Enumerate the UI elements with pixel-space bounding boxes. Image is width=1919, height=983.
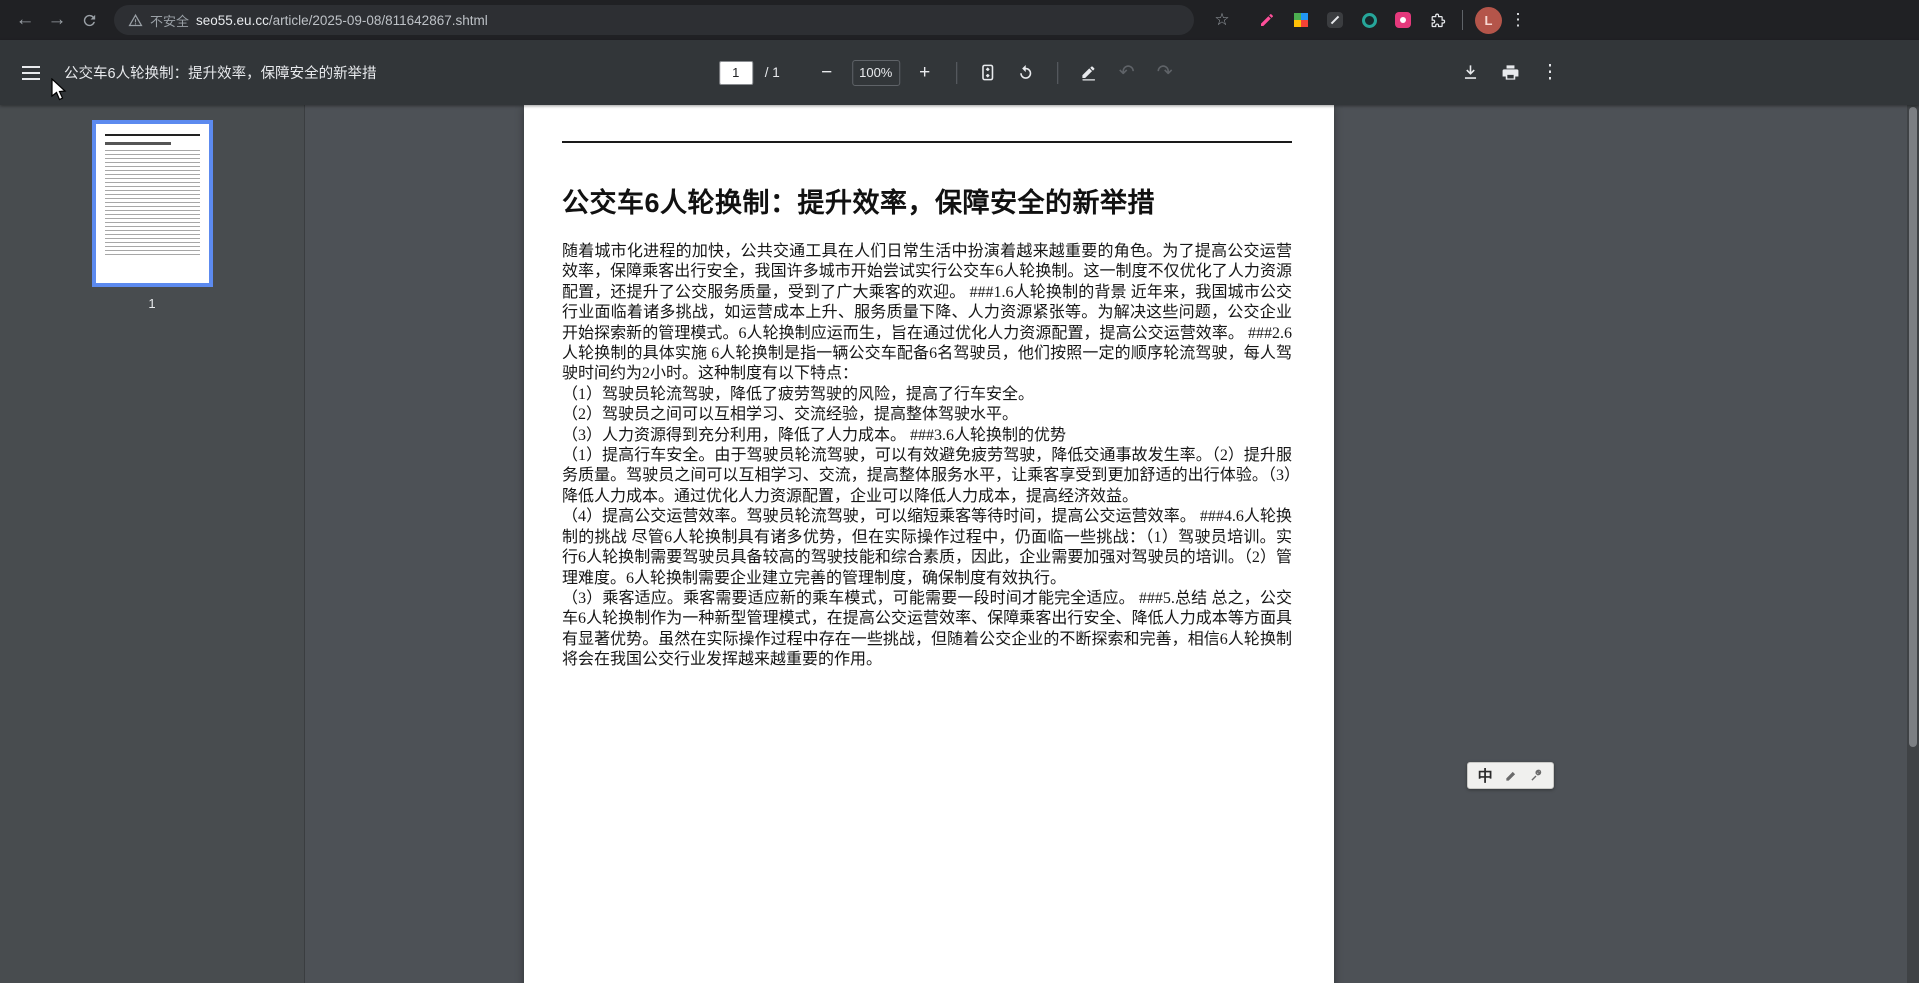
url-path: /article/2025-09-08/811642867.shtml (268, 12, 488, 28)
extension-pen-icon[interactable] (1254, 7, 1280, 33)
pdf-toolbar-right: ⋮ (1453, 56, 1567, 90)
toolbar-divider (1056, 61, 1058, 84)
pdf-canvas[interactable]: 公交车6人轮换制：提升效率，保障安全的新举措 随着城市化进程的加快，公共交通工具… (305, 105, 1919, 983)
bookmark-button[interactable]: ☆ (1204, 5, 1234, 35)
back-button[interactable]: ← (10, 5, 40, 35)
download-button[interactable] (1453, 56, 1487, 90)
pdf-document-title: 公交车6人轮换制：提升效率，保障安全的新举措 (64, 66, 377, 82)
thumbnail-page-number: 1 (148, 296, 156, 311)
article-paragraph: （4）提高公交运营效率。驾驶员轮流驾驶，可以缩短乘客等待时间，提高公交运营效率。… (562, 508, 1292, 587)
extension-circle-icon[interactable] (1356, 7, 1382, 33)
pen-icon (1082, 66, 1096, 81)
pdf-page: 公交车6人轮换制：提升效率，保障安全的新举措 随着城市化进程的加快，公共交通工具… (524, 105, 1334, 983)
bookmark-star-icon: ☆ (1214, 10, 1230, 29)
url-domain: seo55.eu.cc (196, 12, 269, 28)
page-count-label: / 1 (764, 65, 780, 80)
extensions-row (1254, 7, 1450, 33)
back-icon: ← (15, 9, 35, 30)
ime-tools-icon[interactable] (1529, 769, 1543, 783)
page-thumbnail[interactable] (91, 120, 213, 287)
browser-menu-button[interactable]: ⋮ (1504, 10, 1532, 30)
zoom-out-icon: − (821, 61, 833, 83)
print-icon (1502, 65, 1518, 80)
zoom-level-display[interactable]: 100% (851, 59, 900, 86)
pdf-viewer: 1 公交车6人轮换制：提升效率，保障安全的新举措 随着城市化进程的加快，公共交通… (0, 105, 1919, 983)
forward-icon: → (47, 9, 67, 30)
zoom-in-button[interactable]: + (908, 56, 942, 90)
extension-grid-icon[interactable] (1288, 7, 1314, 33)
page-number-input[interactable] (718, 60, 753, 85)
thumbnail-sidebar: 1 (0, 105, 305, 983)
scrollbar-thumb[interactable] (1909, 107, 1917, 747)
pdf-toolbar: 公交车6人轮换制：提升效率，保障安全的新举措 / 1 − 100% + ↶ ↷ … (0, 40, 1919, 105)
article-title: 公交车6人轮换制：提升效率，保障安全的新举措 (562, 188, 1156, 218)
print-button[interactable] (1493, 56, 1527, 90)
redo-icon: ↷ (1156, 62, 1173, 83)
security-label: 不安全 (150, 13, 190, 29)
rotate-button[interactable] (1009, 56, 1043, 90)
undo-icon: ↶ (1118, 62, 1135, 83)
kebab-icon: ⋮ (1540, 62, 1560, 83)
url-text: seo55.eu.cc/article/2025-09-08/811642867… (196, 13, 488, 28)
profile-avatar[interactable]: L (1475, 6, 1502, 34)
toolbar-divider (955, 61, 957, 84)
forward-button[interactable]: → (42, 5, 72, 35)
toolbar-divider (1462, 10, 1463, 30)
article-paragraph: 随着城市化进程的加快，公共交通工具在人们日常生活中扮演着越来越重要的角色。为了提… (562, 243, 1292, 383)
undo-button[interactable]: ↶ (1110, 56, 1144, 90)
article-paragraph: （3）乘客适应。乘客需要适应新的乘车模式，可能需要一段时间才能完全适应。 ###… (562, 589, 1292, 669)
browser-toolbar: ← → 不安全 seo55.eu.cc/article/2025-09-08/8… (0, 0, 1919, 40)
fit-page-icon (982, 64, 994, 81)
zoom-out-button[interactable]: − (810, 56, 844, 90)
annotate-button[interactable] (1072, 56, 1106, 90)
pdf-more-options-button[interactable]: ⋮ (1533, 56, 1567, 90)
pdf-toolbar-center: / 1 − 100% + ↶ ↷ (718, 40, 1182, 105)
extension-pink-icon[interactable] (1390, 7, 1416, 33)
sidebar-toggle-button[interactable] (14, 56, 48, 90)
rotate-icon (1020, 64, 1032, 79)
thumbnail-preview (104, 134, 200, 271)
download-icon (1464, 65, 1476, 79)
article-paragraph: （2）驾驶员之间可以互相学习、交流经验，提高整体驾驶水平。 (562, 406, 1019, 424)
horizontal-rule (562, 141, 1292, 143)
article-paragraph: （3）人力资源得到充分利用，降低了人力成本。 ###3.6人轮换制的优势 (562, 426, 1067, 444)
extension-brush-icon[interactable] (1322, 7, 1348, 33)
vertical-scrollbar[interactable] (1907, 105, 1919, 983)
not-secure-warning-icon (128, 13, 143, 26)
zoom-in-icon: + (919, 61, 931, 83)
ime-toolbar[interactable]: 中 (1467, 762, 1554, 789)
refresh-icon (83, 14, 95, 26)
ime-language-indicator[interactable]: 中 (1478, 765, 1493, 786)
redo-button[interactable]: ↷ (1148, 56, 1182, 90)
ime-pen-icon[interactable] (1504, 769, 1518, 783)
article-paragraph: （1）提高行车安全。由于驾驶员轮流驾驶，可以有效避免疲劳驾驶，降低交通事故发生率… (562, 447, 1292, 505)
extensions-puzzle-icon[interactable] (1424, 7, 1450, 33)
refresh-button[interactable] (74, 5, 104, 35)
address-bar[interactable]: 不安全 seo55.eu.cc/article/2025-09-08/81164… (114, 5, 1194, 35)
fit-to-page-button[interactable] (971, 56, 1005, 90)
article-paragraph: （1）驾驶员轮流驾驶，降低了疲劳驾驶的风险，提高了行车安全。 (562, 385, 1035, 403)
